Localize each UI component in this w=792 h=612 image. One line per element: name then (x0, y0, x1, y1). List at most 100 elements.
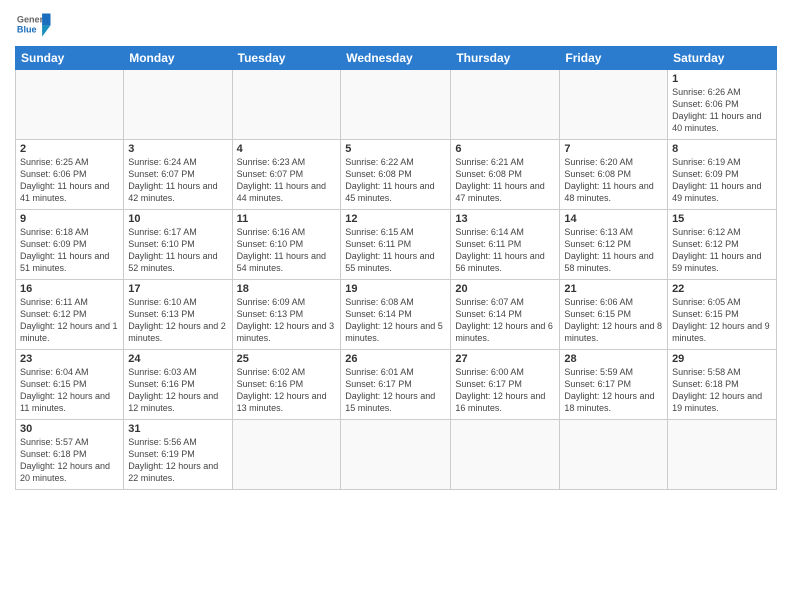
calendar-cell (668, 420, 777, 490)
day-info: Sunrise: 6:07 AM Sunset: 6:14 PM Dayligh… (455, 296, 555, 345)
weekday-header-sunday: Sunday (16, 47, 124, 70)
calendar-cell: 19Sunrise: 6:08 AM Sunset: 6:14 PM Dayli… (341, 280, 451, 350)
calendar: SundayMondayTuesdayWednesdayThursdayFrid… (15, 46, 777, 490)
day-info: Sunrise: 6:24 AM Sunset: 6:07 PM Dayligh… (128, 156, 227, 205)
calendar-cell: 2Sunrise: 6:25 AM Sunset: 6:06 PM Daylig… (16, 140, 124, 210)
calendar-cell: 30Sunrise: 5:57 AM Sunset: 6:18 PM Dayli… (16, 420, 124, 490)
calendar-cell: 31Sunrise: 5:56 AM Sunset: 6:19 PM Dayli… (124, 420, 232, 490)
day-number: 31 (128, 423, 227, 435)
calendar-cell (560, 70, 668, 140)
day-info: Sunrise: 6:04 AM Sunset: 6:15 PM Dayligh… (20, 366, 119, 415)
calendar-cell: 9Sunrise: 6:18 AM Sunset: 6:09 PM Daylig… (16, 210, 124, 280)
day-number: 1 (672, 73, 772, 85)
weekday-header-friday: Friday (560, 47, 668, 70)
day-number: 16 (20, 283, 119, 295)
day-number: 28 (564, 353, 663, 365)
day-number: 24 (128, 353, 227, 365)
day-info: Sunrise: 6:06 AM Sunset: 6:15 PM Dayligh… (564, 296, 663, 345)
calendar-cell: 14Sunrise: 6:13 AM Sunset: 6:12 PM Dayli… (560, 210, 668, 280)
day-number: 29 (672, 353, 772, 365)
day-number: 26 (345, 353, 446, 365)
day-number: 15 (672, 213, 772, 225)
day-number: 4 (237, 143, 337, 155)
logo: General Blue (15, 10, 51, 38)
day-info: Sunrise: 6:02 AM Sunset: 6:16 PM Dayligh… (237, 366, 337, 415)
calendar-cell: 24Sunrise: 6:03 AM Sunset: 6:16 PM Dayli… (124, 350, 232, 420)
calendar-cell (341, 420, 451, 490)
day-info: Sunrise: 5:58 AM Sunset: 6:18 PM Dayligh… (672, 366, 772, 415)
calendar-cell: 13Sunrise: 6:14 AM Sunset: 6:11 PM Dayli… (451, 210, 560, 280)
day-info: Sunrise: 6:14 AM Sunset: 6:11 PM Dayligh… (455, 226, 555, 275)
day-number: 17 (128, 283, 227, 295)
weekday-header-wednesday: Wednesday (341, 47, 451, 70)
day-info: Sunrise: 6:00 AM Sunset: 6:17 PM Dayligh… (455, 366, 555, 415)
day-info: Sunrise: 6:25 AM Sunset: 6:06 PM Dayligh… (20, 156, 119, 205)
calendar-cell: 25Sunrise: 6:02 AM Sunset: 6:16 PM Dayli… (232, 350, 341, 420)
day-number: 11 (237, 213, 337, 225)
calendar-cell (451, 70, 560, 140)
calendar-cell: 27Sunrise: 6:00 AM Sunset: 6:17 PM Dayli… (451, 350, 560, 420)
day-info: Sunrise: 6:26 AM Sunset: 6:06 PM Dayligh… (672, 86, 772, 135)
calendar-cell: 20Sunrise: 6:07 AM Sunset: 6:14 PM Dayli… (451, 280, 560, 350)
calendar-header: SundayMondayTuesdayWednesdayThursdayFrid… (16, 47, 777, 70)
calendar-cell: 1Sunrise: 6:26 AM Sunset: 6:06 PM Daylig… (668, 70, 777, 140)
day-number: 13 (455, 213, 555, 225)
calendar-cell: 11Sunrise: 6:16 AM Sunset: 6:10 PM Dayli… (232, 210, 341, 280)
day-info: Sunrise: 6:08 AM Sunset: 6:14 PM Dayligh… (345, 296, 446, 345)
calendar-cell: 4Sunrise: 6:23 AM Sunset: 6:07 PM Daylig… (232, 140, 341, 210)
weekday-header-saturday: Saturday (668, 47, 777, 70)
day-number: 30 (20, 423, 119, 435)
day-number: 18 (237, 283, 337, 295)
weekday-header-monday: Monday (124, 47, 232, 70)
day-info: Sunrise: 5:57 AM Sunset: 6:18 PM Dayligh… (20, 436, 119, 485)
calendar-cell: 26Sunrise: 6:01 AM Sunset: 6:17 PM Dayli… (341, 350, 451, 420)
day-number: 19 (345, 283, 446, 295)
calendar-cell: 28Sunrise: 5:59 AM Sunset: 6:17 PM Dayli… (560, 350, 668, 420)
svg-text:Blue: Blue (17, 24, 37, 34)
calendar-cell: 7Sunrise: 6:20 AM Sunset: 6:08 PM Daylig… (560, 140, 668, 210)
day-number: 22 (672, 283, 772, 295)
day-info: Sunrise: 6:21 AM Sunset: 6:08 PM Dayligh… (455, 156, 555, 205)
calendar-cell: 16Sunrise: 6:11 AM Sunset: 6:12 PM Dayli… (16, 280, 124, 350)
day-info: Sunrise: 6:20 AM Sunset: 6:08 PM Dayligh… (564, 156, 663, 205)
calendar-cell: 5Sunrise: 6:22 AM Sunset: 6:08 PM Daylig… (341, 140, 451, 210)
calendar-cell (124, 70, 232, 140)
day-number: 6 (455, 143, 555, 155)
header: General Blue (15, 10, 777, 38)
calendar-cell (560, 420, 668, 490)
calendar-cell (341, 70, 451, 140)
calendar-cell: 8Sunrise: 6:19 AM Sunset: 6:09 PM Daylig… (668, 140, 777, 210)
calendar-cell: 29Sunrise: 5:58 AM Sunset: 6:18 PM Dayli… (668, 350, 777, 420)
day-info: Sunrise: 5:59 AM Sunset: 6:17 PM Dayligh… (564, 366, 663, 415)
day-number: 7 (564, 143, 663, 155)
day-number: 23 (20, 353, 119, 365)
day-number: 2 (20, 143, 119, 155)
calendar-cell: 17Sunrise: 6:10 AM Sunset: 6:13 PM Dayli… (124, 280, 232, 350)
day-info: Sunrise: 6:05 AM Sunset: 6:15 PM Dayligh… (672, 296, 772, 345)
day-number: 21 (564, 283, 663, 295)
day-number: 25 (237, 353, 337, 365)
day-info: Sunrise: 6:10 AM Sunset: 6:13 PM Dayligh… (128, 296, 227, 345)
day-info: Sunrise: 6:01 AM Sunset: 6:17 PM Dayligh… (345, 366, 446, 415)
calendar-cell: 21Sunrise: 6:06 AM Sunset: 6:15 PM Dayli… (560, 280, 668, 350)
day-number: 14 (564, 213, 663, 225)
calendar-cell (232, 70, 341, 140)
day-number: 27 (455, 353, 555, 365)
weekday-header-tuesday: Tuesday (232, 47, 341, 70)
day-info: Sunrise: 6:11 AM Sunset: 6:12 PM Dayligh… (20, 296, 119, 345)
day-info: Sunrise: 6:09 AM Sunset: 6:13 PM Dayligh… (237, 296, 337, 345)
day-info: Sunrise: 6:03 AM Sunset: 6:16 PM Dayligh… (128, 366, 227, 415)
calendar-cell: 6Sunrise: 6:21 AM Sunset: 6:08 PM Daylig… (451, 140, 560, 210)
calendar-cell: 12Sunrise: 6:15 AM Sunset: 6:11 PM Dayli… (341, 210, 451, 280)
day-number: 12 (345, 213, 446, 225)
calendar-cell: 3Sunrise: 6:24 AM Sunset: 6:07 PM Daylig… (124, 140, 232, 210)
calendar-cell (16, 70, 124, 140)
day-info: Sunrise: 6:15 AM Sunset: 6:11 PM Dayligh… (345, 226, 446, 275)
day-number: 8 (672, 143, 772, 155)
day-number: 3 (128, 143, 227, 155)
day-info: Sunrise: 6:16 AM Sunset: 6:10 PM Dayligh… (237, 226, 337, 275)
calendar-cell: 15Sunrise: 6:12 AM Sunset: 6:12 PM Dayli… (668, 210, 777, 280)
calendar-cell: 22Sunrise: 6:05 AM Sunset: 6:15 PM Dayli… (668, 280, 777, 350)
calendar-cell (232, 420, 341, 490)
calendar-cell: 10Sunrise: 6:17 AM Sunset: 6:10 PM Dayli… (124, 210, 232, 280)
